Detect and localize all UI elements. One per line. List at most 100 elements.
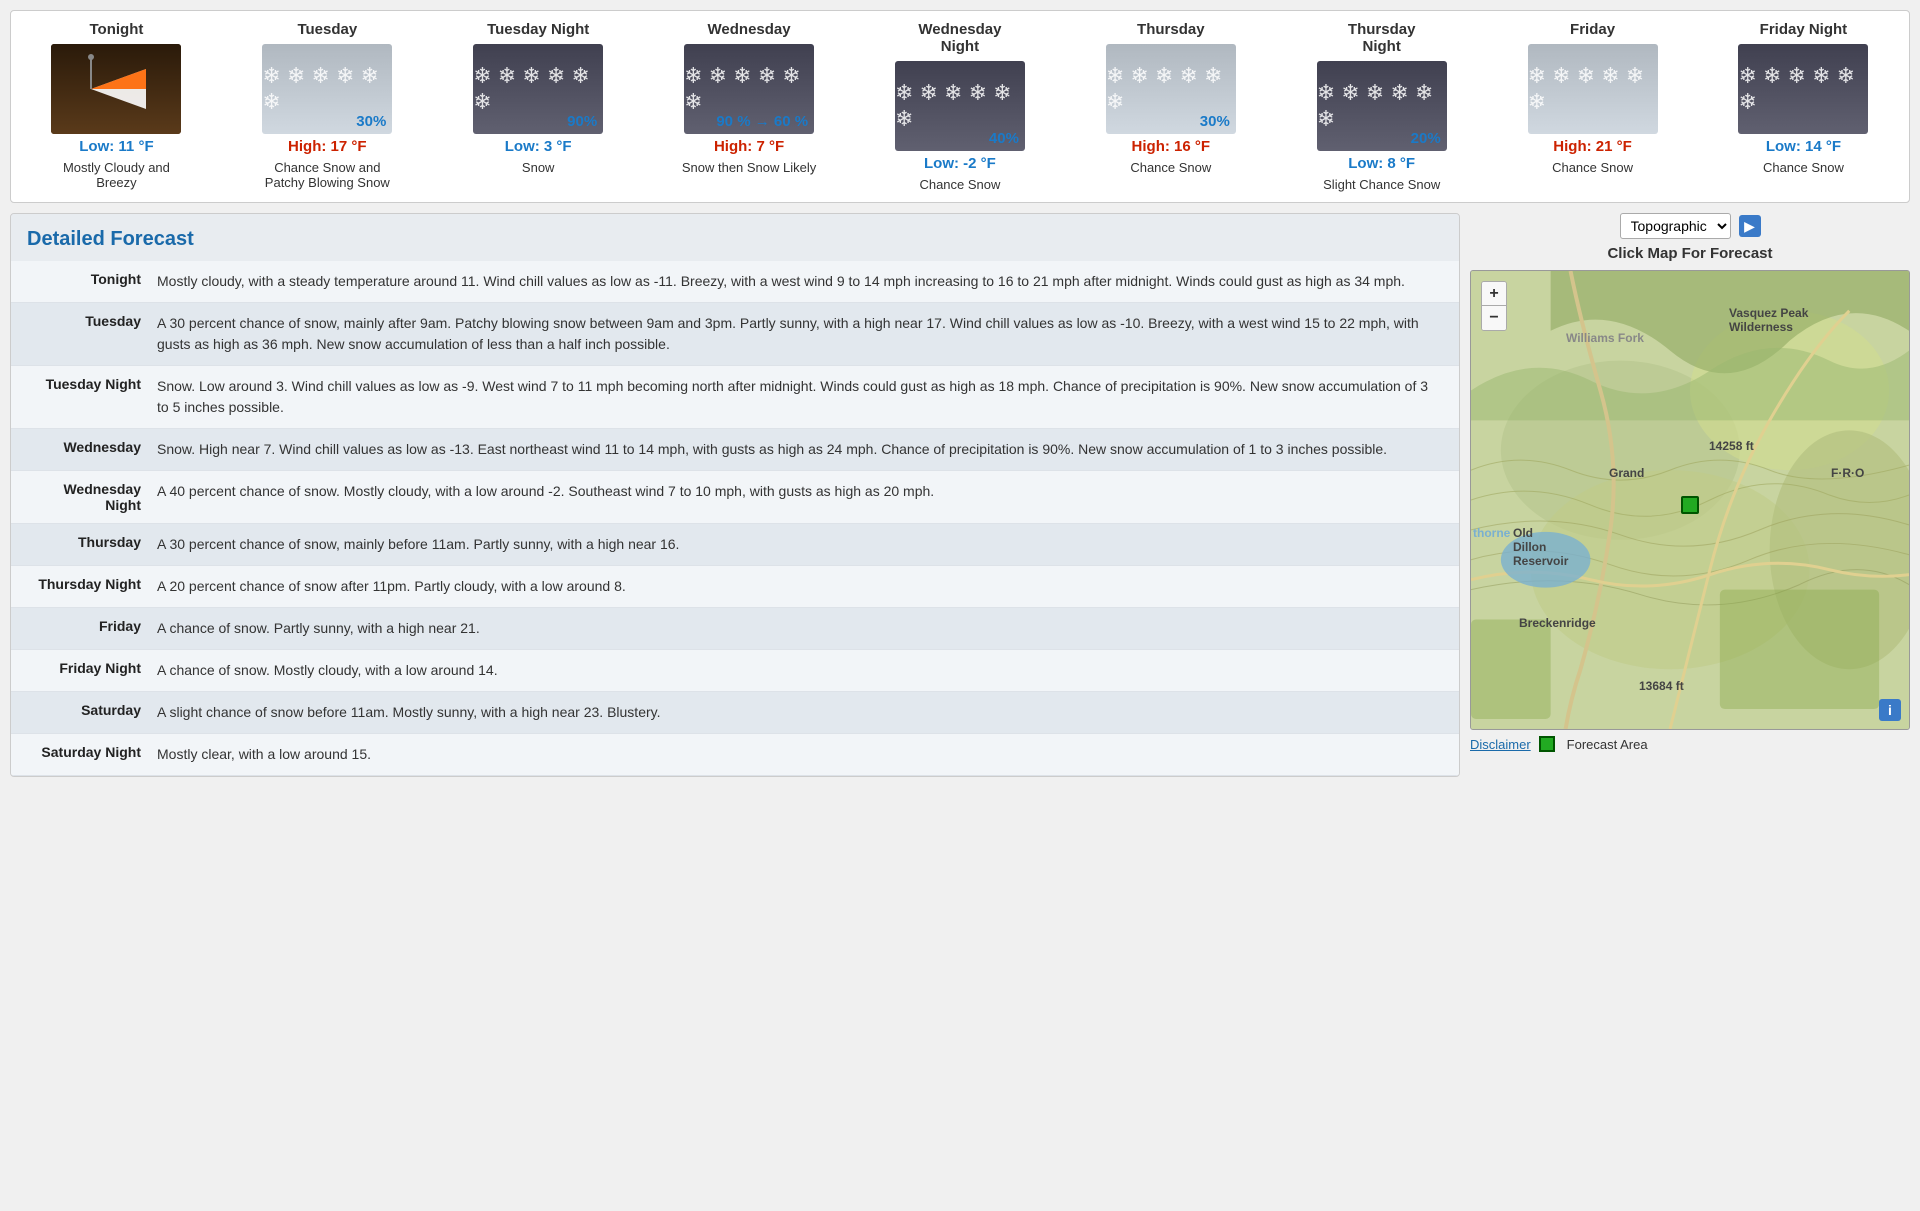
temp-label-7: High: 21 °F [1553,138,1632,155]
forecast-period-3[interactable]: Wednesday❄ ❄ ❄ ❄ ❄ ❄90 % → 60 %High: 7 °… [674,21,824,175]
period-name-0: Tonight [90,21,144,38]
forecast-desc-2: Snow [522,160,555,175]
forecast-row-name-9: Saturday [27,702,157,723]
forecast-row-8: Friday NightA chance of snow. Mostly clo… [11,650,1459,692]
forecast-strip: Tonight Low: 11 °FMostly Cloudy and Bree… [10,10,1910,203]
forecast-desc-7: Chance Snow [1552,160,1633,175]
period-name-4: WednesdayNight [918,21,1001,55]
forecast-row-name-3: Wednesday [27,439,157,460]
zoom-in-button[interactable]: + [1482,282,1506,306]
zoom-out-button[interactable]: − [1482,306,1506,330]
forecast-row-desc-10: Mostly clear, with a low around 15. [157,744,1443,765]
period-name-1: Tuesday [297,21,357,38]
period-name-8: Friday Night [1760,21,1848,38]
forecast-desc-3: Snow then Snow Likely [682,160,816,175]
snowflake-overlay-8: ❄ ❄ ❄ ❄ ❄ ❄ [1738,44,1868,134]
forecast-row-desc-7: A chance of snow. Partly sunny, with a h… [157,618,1443,639]
forecast-period-2[interactable]: Tuesday Night ❄ ❄ ❄ ❄ ❄ ❄90% Low: 3 °F Snow [463,21,613,175]
map-disclaimer-link[interactable]: Disclaimer [1470,737,1531,752]
temp-label-6: Low: 8 °F [1348,155,1415,172]
forecast-desc-5: Chance Snow [1130,160,1211,175]
forecast-row-desc-2: Snow. Low around 3. Wind chill values as… [157,376,1443,418]
forecast-desc-4: Chance Snow [919,177,1000,192]
precip-pct-4: 40% [989,130,1019,147]
forecast-period-1[interactable]: Tuesday ❄ ❄ ❄ ❄ ❄ ❄30% High: 17 °F Chance S… [252,21,402,190]
forecast-row-desc-3: Snow. High near 7. Wind chill values as … [157,439,1443,460]
forecast-row-5: ThursdayA 30 percent chance of snow, mai… [11,524,1459,566]
period-name-3: Wednesday [708,21,791,38]
map-zoom-controls: + − [1481,281,1507,331]
precip-pct-6: 20% [1411,130,1441,147]
temp-label-1: High: 17 °F [288,138,367,155]
map-controls: Topographic ▶ [1620,213,1761,239]
map-info-button[interactable]: i [1879,699,1901,721]
forecast-row-9: SaturdayA slight chance of snow before 1… [11,692,1459,734]
temp-label-8: Low: 14 °F [1766,138,1841,155]
forecast-row-2: Tuesday NightSnow. Low around 3. Wind ch… [11,366,1459,429]
forecast-img-5: ❄ ❄ ❄ ❄ ❄ ❄30% [1106,44,1236,134]
map-panel: Topographic ▶ Click Map For Forecast [1470,213,1910,777]
forecast-desc-6: Slight Chance Snow [1323,177,1440,192]
forecast-row-name-0: Tonight [27,271,157,292]
map-container[interactable]: + − Vasquez PeakWilderness Grand OldDill… [1470,270,1910,730]
temp-label-2: Low: 3 °F [505,138,572,155]
precip-pct-5: 30% [1200,113,1230,130]
map-dropdown-icon[interactable]: ▶ [1739,215,1761,237]
map-footer: Disclaimer Forecast Area [1470,736,1910,752]
forecast-row-1: TuesdayA 30 percent chance of snow, main… [11,303,1459,366]
precip-pct-2: 90% [567,113,597,130]
detailed-forecast: Detailed Forecast TonightMostly cloudy, … [10,213,1460,777]
forecast-img-3: ❄ ❄ ❄ ❄ ❄ ❄90 % → 60 % [684,44,814,134]
forecast-row-desc-4: A 40 percent chance of snow. Mostly clou… [157,481,1443,513]
forecast-row-name-6: Thursday Night [27,576,157,597]
forecast-row-name-2: Tuesday Night [27,376,157,418]
forecast-period-6[interactable]: ThursdayNight ❄ ❄ ❄ ❄ ❄ ❄20% Low: 8 °F Slig… [1307,21,1457,192]
forecast-row-7: FridayA chance of snow. Partly sunny, wi… [11,608,1459,650]
forecast-row-desc-8: A chance of snow. Mostly cloudy, with a … [157,660,1443,681]
precip-pct-1: 30% [356,113,386,130]
forecast-row-name-1: Tuesday [27,313,157,355]
forecast-period-0[interactable]: Tonight Low: 11 °FMostly Cloudy and Bree… [41,21,191,190]
forecast-img-6: ❄ ❄ ❄ ❄ ❄ ❄20% [1317,61,1447,151]
forecast-row-desc-0: Mostly cloudy, with a steady temperature… [157,271,1443,292]
forecast-img-1: ❄ ❄ ❄ ❄ ❄ ❄30% [262,44,392,134]
period-name-2: Tuesday Night [487,21,589,38]
forecast-desc-0: Mostly Cloudy and Breezy [46,160,186,190]
forecast-row-name-5: Thursday [27,534,157,555]
forecast-desc-8: Chance Snow [1763,160,1844,175]
forecast-row-4: Wednesday NightA 40 percent chance of sn… [11,471,1459,524]
forecast-row-desc-1: A 30 percent chance of snow, mainly afte… [157,313,1443,355]
forecast-area-legend-box [1539,736,1555,752]
forecast-period-8[interactable]: Friday Night ❄ ❄ ❄ ❄ ❄ ❄ Low: 14 °F Chance … [1728,21,1878,175]
forecast-row-0: TonightMostly cloudy, with a steady temp… [11,261,1459,303]
forecast-img-7: ❄ ❄ ❄ ❄ ❄ ❄ [1528,44,1658,134]
forecast-period-7[interactable]: Friday ❄ ❄ ❄ ❄ ❄ ❄ High: 21 °F Chance Snow [1518,21,1668,175]
forecast-img-4: ❄ ❄ ❄ ❄ ❄ ❄40% [895,61,1025,151]
map-click-label: Click Map For Forecast [1607,245,1772,262]
period-name-6: ThursdayNight [1348,21,1416,55]
main-content: Detailed Forecast TonightMostly cloudy, … [10,213,1910,777]
forecast-img-0 [51,44,181,134]
forecast-row-name-7: Friday [27,618,157,639]
forecast-period-5[interactable]: Thursday❄ ❄ ❄ ❄ ❄ ❄30%High: 16 °FChance … [1096,21,1246,175]
period-name-7: Friday [1570,21,1615,38]
forecast-row-name-4: Wednesday Night [27,481,157,513]
map-type-dropdown[interactable]: Topographic [1620,213,1731,239]
forecast-row-desc-6: A 20 percent chance of snow after 11pm. … [157,576,1443,597]
forecast-area-legend-label: Forecast Area [1567,737,1648,752]
forecast-row-desc-9: A slight chance of snow before 11am. Mos… [157,702,1443,723]
precip-pct-3: 90 % → 60 % [716,113,808,130]
temp-label-4: Low: -2 °F [924,155,996,172]
temp-label-5: High: 16 °F [1132,138,1211,155]
forecast-area-marker[interactable] [1681,496,1699,514]
forecast-row-10: Saturday NightMostly clear, with a low a… [11,734,1459,776]
forecast-img-8: ❄ ❄ ❄ ❄ ❄ ❄ [1738,44,1868,134]
forecast-row-3: WednesdaySnow. High near 7. Wind chill v… [11,429,1459,471]
snowflake-overlay-7: ❄ ❄ ❄ ❄ ❄ ❄ [1528,44,1658,134]
forecast-period-4[interactable]: WednesdayNight ❄ ❄ ❄ ❄ ❄ ❄40% Low: -2 °F Ch… [885,21,1035,192]
forecast-desc-1: Chance Snow and Patchy Blowing Snow [257,160,397,190]
forecast-img-2: ❄ ❄ ❄ ❄ ❄ ❄90% [473,44,603,134]
forecast-row-name-8: Friday Night [27,660,157,681]
forecast-row-name-10: Saturday Night [27,744,157,765]
detailed-forecast-title: Detailed Forecast [11,214,1459,261]
